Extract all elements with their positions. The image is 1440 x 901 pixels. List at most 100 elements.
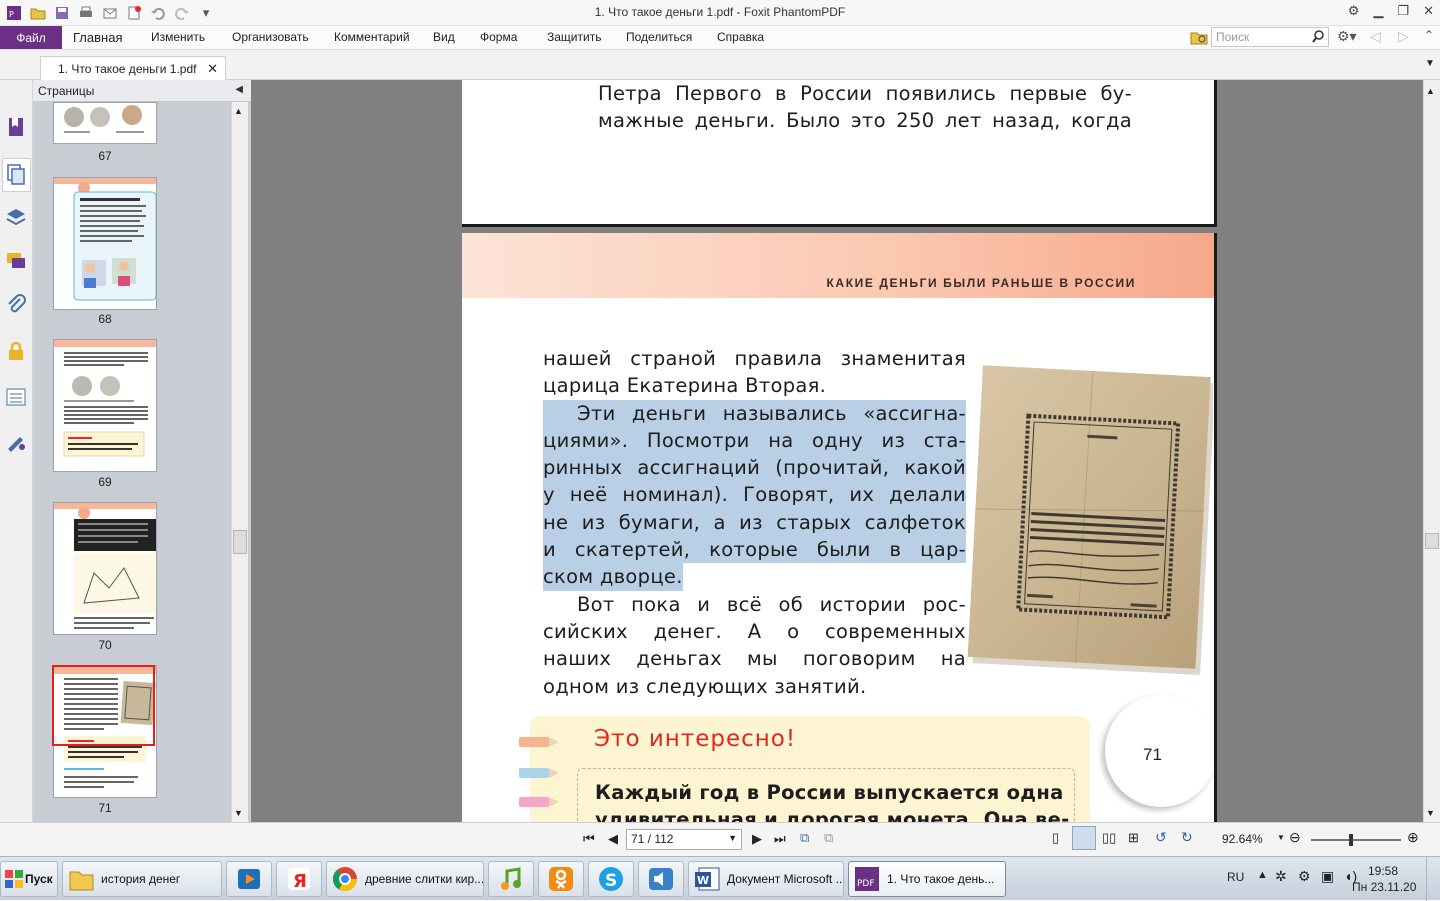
page-thumbnail-69[interactable]: [53, 339, 157, 472]
ribbon-collapse-icon[interactable]: ⌃: [1424, 28, 1434, 42]
zoom-slider[interactable]: [1311, 834, 1401, 846]
minimize-icon[interactable]: ▁: [1373, 3, 1383, 19]
page-thumbnail-68[interactable]: [53, 177, 157, 310]
close-tab-icon[interactable]: ✕: [207, 61, 218, 77]
scroll-up-icon[interactable]: ▲: [1426, 86, 1435, 96]
odnoklassniki-icon: [549, 867, 573, 891]
rotate-left-icon[interactable]: ↺: [1155, 829, 1167, 846]
comments-icon[interactable]: [5, 250, 27, 272]
taskbar-music[interactable]: [488, 861, 534, 897]
scroll-thumb[interactable]: [1425, 533, 1439, 549]
menu-form[interactable]: Форма: [480, 30, 517, 44]
find-folder-icon[interactable]: [1190, 29, 1208, 48]
page-thumbnail-67[interactable]: [53, 102, 157, 144]
previous-page-icon[interactable]: ◀: [608, 831, 618, 847]
document-scrollbar[interactable]: ▲ ▼: [1423, 80, 1440, 822]
bookmarks-icon[interactable]: [5, 116, 27, 138]
menu-home[interactable]: Главная: [73, 30, 122, 45]
taskbar-skype[interactable]: S: [588, 861, 634, 897]
page-thumbnail-label: 67: [98, 149, 112, 163]
content-list-icon[interactable]: [5, 386, 27, 408]
taskbar-odnoklassniki[interactable]: [538, 861, 584, 897]
menu-share[interactable]: Поделиться: [626, 30, 692, 44]
facing-page-icon[interactable]: ▯▯: [1102, 830, 1116, 846]
text-line: нашей страной правила знаменитая: [543, 347, 966, 370]
start-button[interactable]: Пуск: [0, 861, 58, 897]
tray-app-icon[interactable]: ✲: [1275, 868, 1287, 885]
zoom-out-icon[interactable]: ⊖: [1289, 829, 1301, 846]
back-icon[interactable]: ◁: [1370, 28, 1381, 45]
file-menu-button[interactable]: Файл: [0, 26, 62, 49]
taskbar-volume-app[interactable]: [638, 861, 684, 897]
thumbnail-scrollbar[interactable]: ▲ ▼: [231, 102, 248, 822]
continuous-page-icon[interactable]: [1072, 826, 1096, 850]
pages-panel-icon[interactable]: [2, 158, 31, 192]
taskbar-item-label: история денег: [101, 872, 181, 886]
search-input[interactable]: Поиск: [1211, 27, 1329, 47]
menu-edit[interactable]: Изменить: [151, 30, 205, 44]
attachments-icon[interactable]: [5, 294, 27, 316]
continuous-facing-icon[interactable]: ⊞: [1128, 830, 1139, 846]
page-thumbnail-70[interactable]: [53, 502, 157, 635]
tray-bluetooth-icon[interactable]: ⚙: [1298, 868, 1311, 885]
scroll-thumb[interactable]: [233, 530, 247, 554]
page-shadow: [1214, 80, 1217, 227]
decorative-pencils-icon: [519, 737, 561, 810]
single-page-icon[interactable]: ▯: [1052, 830, 1059, 846]
menu-view[interactable]: Вид: [433, 30, 455, 44]
text-line: сийских денег. А о современных: [543, 619, 966, 643]
menu-organize[interactable]: Организовать: [232, 30, 309, 44]
forward-icon[interactable]: ▷: [1398, 28, 1409, 45]
signature-icon[interactable]: [5, 430, 27, 452]
collapse-panel-icon[interactable]: ◀: [235, 84, 243, 95]
page-dropdown-icon[interactable]: ▼: [728, 833, 737, 843]
previous-view-icon[interactable]: ⧉: [800, 830, 809, 846]
document-view[interactable]: Петра Первого в России появились первые …: [251, 80, 1423, 822]
assignat-banknote-image: [965, 365, 1215, 676]
current-page-viewport-indicator[interactable]: [52, 665, 155, 746]
clock-time[interactable]: 19:58: [1368, 864, 1398, 878]
taskbar-item-word[interactable]: W Документ Microsoft ...: [688, 861, 844, 897]
next-view-icon[interactable]: ⧉: [824, 830, 833, 846]
first-page-icon[interactable]: ⏮: [583, 831, 595, 847]
clock-date[interactable]: Пн 23.11.20: [1352, 880, 1416, 894]
security-lock-icon[interactable]: [5, 340, 27, 362]
network-icon[interactable]: ▣: [1321, 868, 1334, 885]
zoom-dropdown-icon[interactable]: ▼: [1277, 833, 1285, 842]
gear-icon[interactable]: ⚙▾: [1337, 28, 1357, 45]
tray-expand-icon[interactable]: ▲: [1257, 869, 1268, 881]
scroll-up-icon[interactable]: ▲: [234, 106, 243, 116]
window-controls: ⚙ ▁ ❐ ✕: [1348, 3, 1434, 19]
zoom-level[interactable]: 92.64%: [1222, 832, 1263, 846]
language-indicator[interactable]: RU: [1227, 870, 1244, 884]
menu-protect[interactable]: Защитить: [547, 30, 601, 44]
tab-list-dropdown-icon[interactable]: ▼: [1425, 58, 1435, 69]
rotate-right-icon[interactable]: ↻: [1181, 829, 1193, 846]
scroll-down-icon[interactable]: ▼: [1426, 808, 1435, 818]
menu-help[interactable]: Справка: [717, 30, 764, 44]
scroll-down-icon[interactable]: ▼: [234, 808, 243, 818]
text-line: не из бумаги, а из старых салфеток: [543, 508, 966, 537]
next-page-icon[interactable]: ▶: [752, 831, 762, 847]
page-header-title: КАКИЕ ДЕНЬГИ БЫЛИ РАНЬШЕ В РОССИИ: [826, 276, 1136, 290]
page-number-input[interactable]: 71 / 112 ▼: [626, 829, 742, 850]
taskbar-item-foxit[interactable]: PDF 1. Что такое день...: [848, 861, 1006, 897]
close-icon[interactable]: ✕: [1423, 3, 1434, 19]
taskbar-item-chrome[interactable]: древние слитки кир...: [326, 861, 484, 897]
last-page-icon[interactable]: ⏭: [774, 831, 786, 847]
taskbar-yandex-browser[interactable]: Я: [276, 861, 322, 897]
svg-text:S: S: [605, 871, 617, 891]
search-icon[interactable]: [1312, 30, 1324, 46]
zoom-slider-handle[interactable]: [1349, 834, 1353, 846]
page-71-main-text: нашей страной правила знаменитая царица Е…: [543, 345, 966, 700]
document-tab[interactable]: 1. Что такое деньги 1.pdf ✕: [40, 56, 226, 80]
zoom-in-icon[interactable]: ⊕: [1407, 829, 1419, 846]
media-player-icon: [238, 869, 260, 889]
show-desktop-button[interactable]: [1426, 857, 1440, 901]
menu-comment[interactable]: Комментарий: [334, 30, 410, 44]
taskbar-item-folder[interactable]: история денег: [62, 861, 222, 897]
taskbar-media-player[interactable]: [226, 861, 272, 897]
layers-icon[interactable]: [5, 206, 27, 228]
settings-icon[interactable]: ⚙: [1348, 3, 1360, 19]
restore-icon[interactable]: ❐: [1397, 3, 1409, 19]
